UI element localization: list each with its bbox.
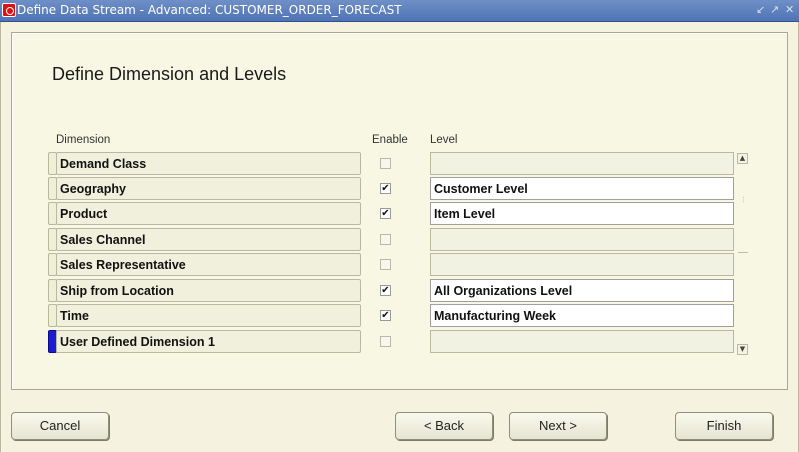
dimension-cell: User Defined Dimension 1	[56, 330, 361, 353]
scroll-up-icon[interactable]: ▲	[737, 153, 748, 164]
maximize-icon[interactable]: ↗	[770, 3, 779, 17]
close-icon[interactable]: ✕	[785, 3, 794, 17]
dimension-panel: Define Dimension and Levels Dimension En…	[11, 32, 788, 390]
dimension-cell: Geography	[56, 177, 361, 200]
dialog-body: Define Dimension and Levels Dimension En…	[0, 22, 799, 452]
minimize-icon[interactable]: ↙	[756, 3, 765, 17]
scroll-grip-icon[interactable]: ⋮	[740, 197, 747, 219]
table-row: User Defined Dimension 1	[12, 330, 789, 354]
level-field[interactable]	[430, 330, 734, 353]
dimension-cell: Sales Channel	[56, 228, 361, 251]
finish-button[interactable]: Finish	[675, 412, 773, 440]
enable-checkbox[interactable]	[380, 259, 391, 270]
table-row: Time ✔ Manufacturing Week	[12, 304, 789, 328]
enable-checkbox[interactable]: ✔	[380, 183, 391, 194]
title-bar: Define Data Stream - Advanced: CUSTOMER_…	[0, 0, 799, 22]
dimension-cell: Product	[56, 202, 361, 225]
enable-checkbox[interactable]	[380, 234, 391, 245]
enable-checkbox[interactable]	[380, 158, 391, 169]
level-field[interactable]	[430, 228, 734, 251]
level-field[interactable]	[430, 152, 734, 175]
level-field[interactable]: All Organizations Level	[430, 279, 734, 302]
window-title: Define Data Stream - Advanced: CUSTOMER_…	[17, 3, 402, 17]
enable-checkbox[interactable]	[380, 336, 391, 347]
scroll-divider	[738, 252, 748, 253]
dimension-column-header: Dimension	[56, 134, 111, 146]
scroll-down-icon[interactable]: ▼	[737, 344, 748, 355]
enable-checkbox[interactable]: ✔	[380, 208, 391, 219]
level-field[interactable]: Item Level	[430, 202, 734, 225]
dimension-cell: Sales Representative	[56, 253, 361, 276]
enable-checkbox[interactable]: ✔	[380, 285, 391, 296]
table-row: Product ✔ Item Level	[12, 202, 789, 226]
cancel-button[interactable]: Cancel	[11, 412, 109, 440]
table-row: Sales Representative	[12, 253, 789, 277]
page-title: Define Dimension and Levels	[52, 64, 287, 84]
next-button[interactable]: Next >	[509, 412, 607, 440]
level-column-header: Level	[430, 134, 458, 146]
table-row: Geography ✔ Customer Level	[12, 177, 789, 201]
level-field[interactable]	[430, 253, 734, 276]
level-field[interactable]: Customer Level	[430, 177, 734, 200]
oracle-app-icon	[2, 3, 16, 17]
enable-checkbox[interactable]: ✔	[380, 310, 391, 321]
dimension-cell: Ship from Location	[56, 279, 361, 302]
level-field[interactable]: Manufacturing Week	[430, 304, 734, 327]
dimension-cell: Demand Class	[56, 152, 361, 175]
enable-column-header: Enable	[372, 134, 408, 146]
table-row: Demand Class	[12, 152, 789, 176]
back-button[interactable]: < Back	[395, 412, 493, 440]
table-row: Ship from Location ✔ All Organizations L…	[12, 279, 789, 303]
dimension-cell: Time	[56, 304, 361, 327]
table-row: Sales Channel	[12, 228, 789, 252]
